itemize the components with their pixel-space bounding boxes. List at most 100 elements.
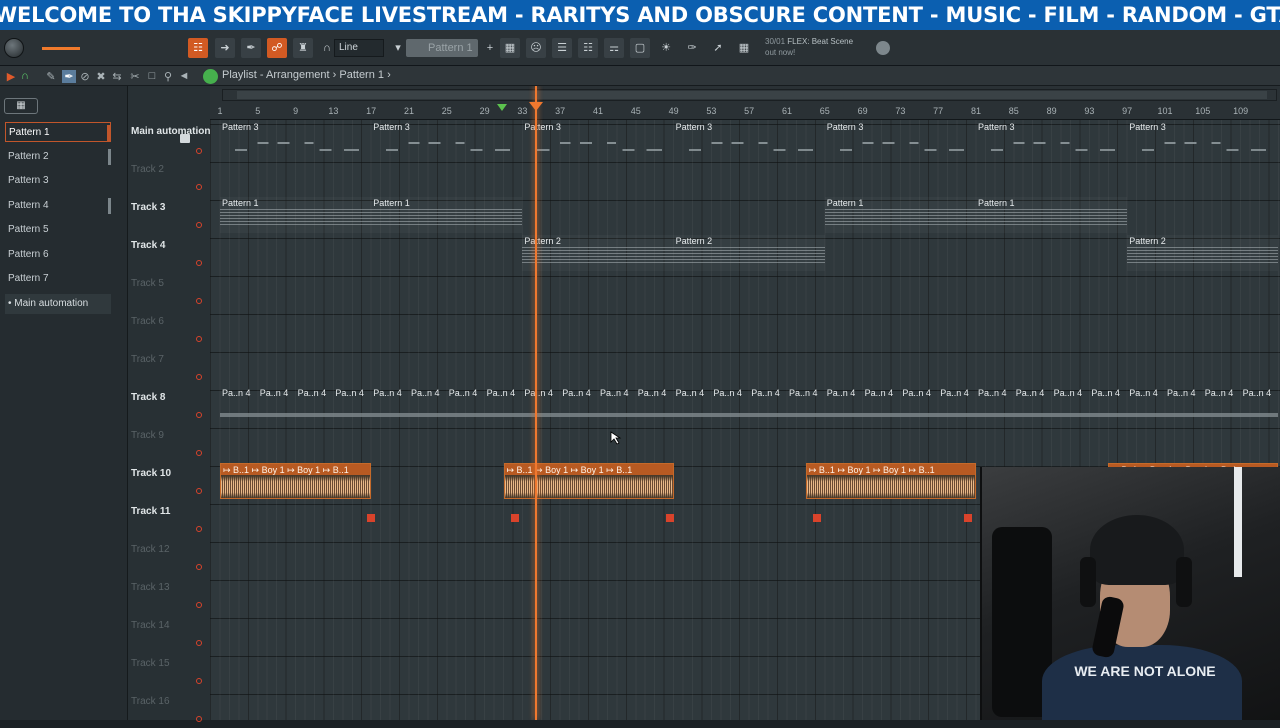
lock-icon[interactable] [180,134,190,143]
globe-icon[interactable] [876,41,890,55]
pattern-clip[interactable]: Pa..n 4 [522,387,561,423]
automation-item[interactable]: • Main automation [5,294,111,314]
mixer-icon[interactable]: ☷ [578,38,598,58]
pattern-clip[interactable]: Pa..n 4 [824,387,863,423]
track-header[interactable]: Track 12 [128,538,210,576]
audio-clip[interactable]: ↦ B..1 ↦ Boy 1 ↦ Boy 1 ↦ B..1 [805,463,976,499]
pattern-clip[interactable]: Pa..n 4 [1240,387,1279,423]
delete-icon[interactable]: ⊘ [78,70,92,83]
pattern-item[interactable]: Pattern 2 [5,147,111,167]
pattern-clip[interactable]: Pattern 1 [220,197,372,233]
slice-icon[interactable]: ✂ [128,70,142,83]
track-header[interactable]: Track 11 [128,500,210,538]
pattern-clip[interactable]: Pa..n 4 [1165,387,1203,423]
track-header[interactable]: Track 8 [128,386,210,424]
pattern-clip[interactable]: Pa..n 4 [484,387,523,423]
automation-point-icon[interactable] [510,514,519,522]
piano-icon[interactable]: ☹ [526,38,546,58]
zoom-icon[interactable]: ⚲ [161,70,175,83]
track-header[interactable]: Main automation [128,120,210,158]
pattern-clip[interactable]: Pa..n 4 [257,387,296,423]
pattern-clip[interactable]: Pattern 1 [976,197,1128,233]
track-header[interactable]: Track 4 [128,234,210,272]
audio-clip[interactable]: ↦ B..1 ↦ Boy 1 ↦ Boy 1 ↦ B..1 [220,463,372,499]
pattern-clip[interactable]: Pattern 1 [371,197,523,233]
pattern-clip[interactable]: Pa..n 4 [938,387,976,423]
pattern-clip[interactable]: Pattern 3 [673,121,825,157]
pattern-item[interactable]: Pattern 5 [5,220,111,240]
pattern-clip[interactable]: Pa..n 4 [976,387,1014,423]
pattern-clip[interactable]: Pa..n 4 [711,387,750,423]
pattern-clip[interactable]: Pattern 2 [673,235,825,271]
plugin-icon[interactable]: ▢ [630,38,650,58]
track-header[interactable]: Track 16 [128,690,210,728]
mute-icon[interactable]: ✖ [94,70,108,83]
bulb-icon[interactable]: ☀ [656,38,676,58]
automation-point-icon[interactable] [665,514,674,522]
marker-icon[interactable] [497,104,507,111]
pattern-item[interactable]: Pattern 7 [5,269,111,289]
stamp-icon[interactable]: ♜ [293,38,313,58]
pattern-clip[interactable]: Pa..n 4 [333,387,372,423]
draw-tool-icon[interactable]: ✒ [241,38,261,58]
track-header[interactable]: Track 15 [128,652,210,690]
pattern-clip[interactable]: Pattern 3 [824,121,976,157]
pattern-clip[interactable]: Pattern 3 [220,121,372,157]
pattern-clip[interactable]: Pa..n 4 [446,387,485,423]
horizontal-scrollbar[interactable] [222,89,1277,101]
pattern-clip[interactable]: Pa..n 4 [1051,387,1090,423]
link-icon[interactable]: ☍ [267,38,287,58]
shop-icon[interactable]: ▦ [734,38,754,58]
select-icon[interactable]: □ [145,70,159,82]
browser-icon[interactable]: ⚎ [604,38,624,58]
scrollbar-thumb[interactable] [237,91,1267,99]
pattern-clip[interactable]: Pa..n 4 [598,387,636,423]
track-header[interactable]: Track 14 [128,614,210,652]
pattern-picker-icon[interactable]: ▾ [388,38,408,58]
arrow-icon[interactable]: ➚ [708,38,728,58]
track-header[interactable]: Track 2 [128,158,210,196]
channel-rack-icon[interactable]: ☰ [552,38,572,58]
pattern-clip[interactable]: Pa..n 4 [749,387,787,423]
piano-roll-icon[interactable]: ☷ [188,38,208,58]
pattern-item[interactable]: Pattern 6 [5,245,111,265]
pattern-clip[interactable]: Pa..n 4 [635,387,674,423]
pattern-clip[interactable]: Pa..n 4 [295,387,334,423]
pattern-clip[interactable]: Pa..n 4 [560,387,598,423]
pattern-clip[interactable]: Pattern 2 [1127,235,1279,271]
snap-icon[interactable]: ∩ [18,70,32,82]
pattern-clip[interactable]: Pa..n 4 [787,387,825,423]
pattern-tab-icon[interactable]: ▦ [4,98,38,114]
pattern-clip[interactable]: Pattern 3 [371,121,523,157]
playback-icon[interactable]: ◄ [177,70,191,82]
pattern-clip[interactable]: Pattern 1 [824,197,976,233]
track-header[interactable]: Track 3 [128,196,210,234]
audio-clip[interactable]: ↦ B..1 ↦ Boy 1 ↦ Boy 1 ↦ B..1 [503,463,674,499]
track-header[interactable]: Track 13 [128,576,210,614]
pattern-clip[interactable]: Pattern 3 [976,121,1128,157]
pencil-icon[interactable]: ✎ [44,70,58,83]
track-header[interactable]: Track 7 [128,348,210,386]
brush-icon[interactable]: ✑ [682,38,702,58]
pattern-clip[interactable]: Pa..n 4 [1202,387,1241,423]
pattern-clip[interactable]: Pa..n 4 [220,387,258,423]
menu-arrow-icon[interactable]: ▶ [4,70,18,83]
snap-mode-select[interactable]: Line [334,39,384,57]
pattern-clip[interactable]: Pa..n 4 [409,387,447,423]
track-header[interactable]: Track 6 [128,310,210,348]
pattern-clip[interactable]: Pa..n 4 [862,387,901,423]
pattern-clip[interactable]: Pa..n 4 [1127,387,1165,423]
arrow-right-icon[interactable]: ➜ [215,38,235,58]
pattern-clip[interactable]: Pa..n 4 [900,387,939,423]
track-header[interactable]: Track 10 [128,462,210,500]
automation-point-icon[interactable] [813,514,822,522]
master-pitch-slider[interactable] [42,47,80,50]
slip-icon[interactable]: ⇆ [110,70,124,83]
pattern-clip[interactable]: Pa..n 4 [1089,387,1128,423]
track-header[interactable]: Track 9 [128,424,210,462]
track-header[interactable]: Track 5 [128,272,210,310]
automation-point-icon[interactable] [964,514,973,522]
add-pattern-icon[interactable]: + [480,38,500,58]
pattern-clip[interactable]: Pattern 3 [1127,121,1279,157]
pattern-clip[interactable]: Pa..n 4 [673,387,712,423]
